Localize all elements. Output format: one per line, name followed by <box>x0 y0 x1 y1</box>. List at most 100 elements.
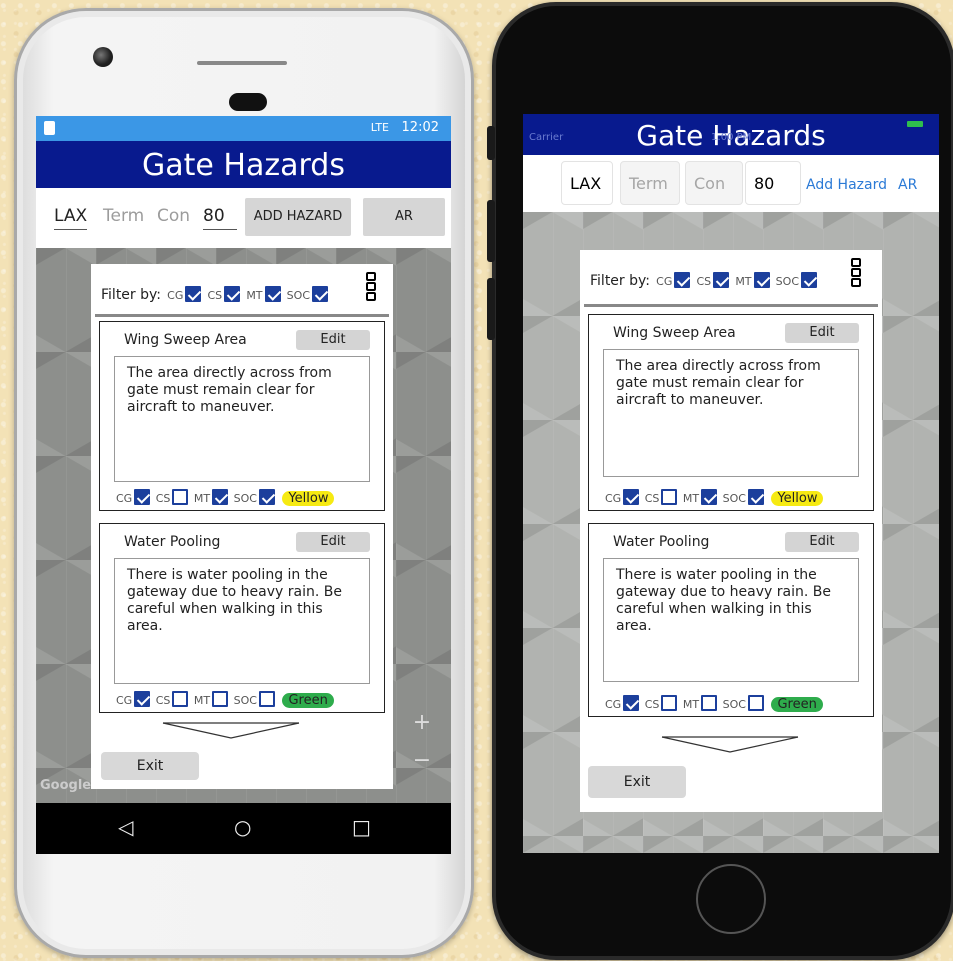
zoom-in-button[interactable]: + <box>405 710 439 735</box>
filter-cg-checkbox[interactable] <box>185 286 202 302</box>
ios-status-time: 1:00 PM <box>711 132 752 143</box>
proximity-sensor <box>229 93 267 111</box>
flag-soc-checkbox[interactable] <box>747 695 764 711</box>
gate-toolbar: LAX Term Con 80 ADD HAZARD AR <box>36 188 451 248</box>
flag-mt-checkbox[interactable] <box>212 489 229 505</box>
concourse-field[interactable]: Con <box>157 206 190 226</box>
hazard-title: Water Pooling <box>613 534 710 550</box>
filter-mt-checkbox[interactable] <box>753 272 770 288</box>
filter-label: Filter by: <box>590 273 650 289</box>
flag-soc-checkbox[interactable] <box>747 489 764 505</box>
terminal-field[interactable]: Term <box>620 161 680 205</box>
flag-cs-checkbox[interactable] <box>661 695 678 711</box>
hazard-description[interactable]: The area directly across from gate must … <box>603 349 859 477</box>
flag-mt-label: MT <box>193 492 211 505</box>
flag-mt-checkbox[interactable] <box>212 691 229 707</box>
severity-badge[interactable]: Green <box>771 697 823 712</box>
hazard-card: Water Pooling Edit There is water poolin… <box>588 523 874 717</box>
edit-hazard-button[interactable]: Edit <box>296 330 370 350</box>
hazard-card: Water Pooling Edit There is water poolin… <box>99 523 385 713</box>
flag-soc-label: SOC <box>722 698 746 711</box>
filter-mt-label: MT <box>735 275 752 288</box>
flag-cs-checkbox[interactable] <box>661 489 678 505</box>
gate-field[interactable]: 80 <box>745 161 801 205</box>
more-menu-icon[interactable] <box>366 272 377 302</box>
filter-mt-checkbox[interactable] <box>264 286 281 302</box>
android-status-bar: LTE 12:02 <box>36 116 451 141</box>
flag-cg-label: CG <box>116 492 133 505</box>
hazard-title: Wing Sweep Area <box>124 332 247 348</box>
hazard-card: Wing Sweep Area Edit The area directly a… <box>588 314 874 511</box>
status-time: 12:02 <box>401 120 439 135</box>
flag-soc-label: SOC <box>722 492 746 505</box>
flag-cg-label: CG <box>116 694 133 707</box>
home-button[interactable] <box>696 864 766 934</box>
flag-cg-label: CG <box>605 698 622 711</box>
flag-cs-label: CS <box>155 492 171 505</box>
android-screen: LTE 12:02 Gate Hazards LAX Term Con 80 A… <box>36 116 451 854</box>
airport-field[interactable]: LAX <box>54 206 88 230</box>
filter-cg-checkbox[interactable] <box>674 272 691 288</box>
flag-cs-checkbox[interactable] <box>172 489 189 505</box>
chevron-down-icon[interactable] <box>660 734 800 756</box>
severity-badge[interactable]: Green <box>282 693 334 708</box>
flag-cg-label: CG <box>605 492 622 505</box>
flag-cg-checkbox[interactable] <box>623 695 640 711</box>
severity-badge[interactable]: Yellow <box>771 491 824 506</box>
concourse-field[interactable]: Con <box>685 161 743 205</box>
ar-link[interactable]: AR <box>898 177 917 193</box>
edit-hazard-button[interactable]: Edit <box>785 532 859 552</box>
map-attribution: Google <box>40 778 92 793</box>
divider <box>584 304 878 307</box>
hazard-description[interactable]: There is water pooling in the gateway du… <box>114 558 370 684</box>
flag-mt-checkbox[interactable] <box>701 695 718 711</box>
edit-hazard-button[interactable]: Edit <box>296 532 370 552</box>
zoom-out-button[interactable]: − <box>405 748 439 773</box>
filter-soc-checkbox[interactable] <box>801 272 817 288</box>
gate-toolbar-ios: LAX Term Con 80 Add Hazard AR <box>523 155 939 212</box>
hazard-description[interactable]: The area directly across from gate must … <box>114 356 370 482</box>
flag-soc-checkbox[interactable] <box>258 691 275 707</box>
page-title: Gate Hazards <box>36 141 451 188</box>
home-icon[interactable]: ○ <box>234 815 251 839</box>
front-camera <box>93 47 113 67</box>
add-hazard-button[interactable]: ADD HAZARD <box>245 198 351 236</box>
flag-soc-checkbox[interactable] <box>258 489 275 505</box>
volume-down-button <box>487 278 495 340</box>
gate-field[interactable]: 80 <box>203 206 237 230</box>
hazard-flags: CG CS MT SOC Yellow <box>114 489 335 506</box>
filter-soc-label: SOC <box>775 275 799 288</box>
airport-field[interactable]: LAX <box>561 161 613 205</box>
filter-soc-checkbox[interactable] <box>312 286 328 302</box>
exit-button[interactable]: Exit <box>101 752 199 780</box>
ar-button[interactable]: AR <box>363 198 445 236</box>
filter-cg-label: CG <box>656 275 673 288</box>
flag-cg-checkbox[interactable] <box>134 489 151 505</box>
add-hazard-link[interactable]: Add Hazard <box>806 177 887 193</box>
recent-apps-icon[interactable]: □ <box>352 815 371 839</box>
flag-cg-checkbox[interactable] <box>134 691 151 707</box>
iphone-screen: Carrier 1:00 PM Gate Hazards LAX Term Co… <box>523 114 939 853</box>
carrier-label: Carrier <box>529 132 564 143</box>
flag-mt-checkbox[interactable] <box>701 489 718 505</box>
edit-hazard-button[interactable]: Edit <box>785 323 859 343</box>
filter-cs-checkbox[interactable] <box>713 272 730 288</box>
battery-icon <box>907 121 923 127</box>
filter-soc-label: SOC <box>286 289 310 302</box>
terminal-field[interactable]: Term <box>103 206 144 226</box>
filter-label: Filter by: <box>101 287 161 303</box>
hazard-flags: CG CS MT SOC Yellow <box>603 489 824 506</box>
signal-icon: LTE <box>370 121 389 134</box>
hazard-description[interactable]: There is water pooling in the gateway du… <box>603 558 859 682</box>
flag-cg-checkbox[interactable] <box>623 489 640 505</box>
flag-cs-checkbox[interactable] <box>172 691 189 707</box>
volume-up-button <box>487 200 495 262</box>
back-icon[interactable]: ◁ <box>118 815 133 839</box>
exit-button[interactable]: Exit <box>588 766 686 798</box>
earpiece-speaker <box>197 61 287 65</box>
more-menu-icon[interactable] <box>851 258 862 288</box>
chevron-down-icon[interactable] <box>161 720 301 742</box>
hazard-card: Wing Sweep Area Edit The area directly a… <box>99 321 385 511</box>
filter-cs-checkbox[interactable] <box>224 286 241 302</box>
severity-badge[interactable]: Yellow <box>282 491 335 506</box>
